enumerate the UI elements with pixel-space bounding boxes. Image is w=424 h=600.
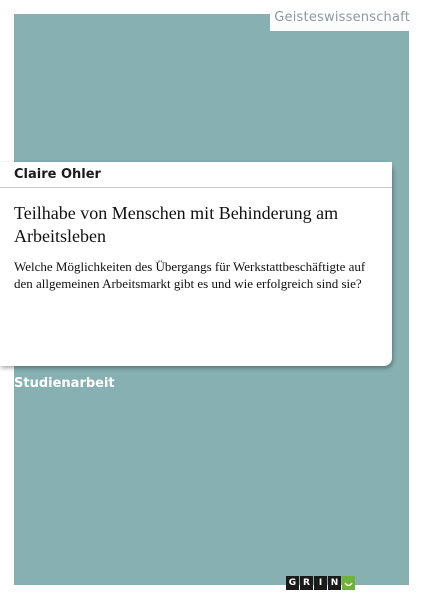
book-subtitle: Welche Möglichkeiten des Übergangs für W…: [14, 259, 366, 291]
category-label: Geisteswissenschaft: [274, 10, 410, 25]
logo-letter: I: [314, 576, 327, 590]
logo-letter: R: [300, 576, 313, 590]
smile-icon: [342, 576, 355, 590]
document-type: Studienarbeit: [14, 376, 115, 391]
logo-letter: G: [286, 576, 299, 590]
title-card: Claire Ohler Teilhabe von Menschen mit B…: [0, 162, 392, 366]
author-bar: Claire Ohler: [0, 162, 392, 188]
publisher-logo: G R I N: [286, 576, 355, 590]
book-title: Teilhabe von Menschen mit Behinderung am…: [14, 203, 339, 246]
author-name: Claire Ohler: [14, 167, 101, 182]
logo-letter: N: [328, 576, 341, 590]
